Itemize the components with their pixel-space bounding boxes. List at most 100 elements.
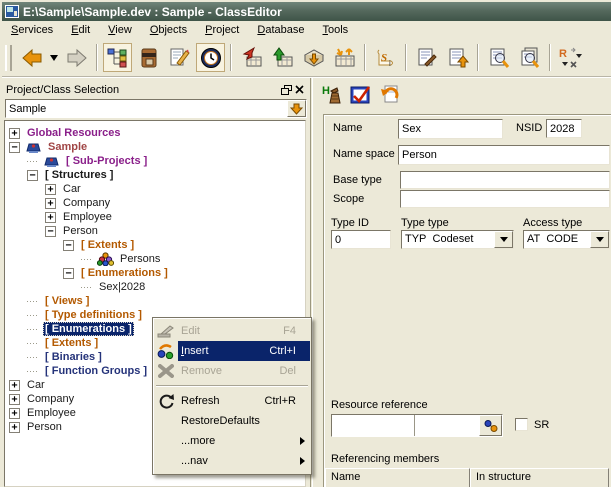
document-search-icon <box>487 46 511 70</box>
tree-item[interactable]: Sample <box>5 140 305 154</box>
float-window-icon[interactable] <box>280 83 293 96</box>
export-button[interactable] <box>268 43 297 72</box>
toolbar-separator <box>405 44 407 71</box>
import-button[interactable] <box>237 43 266 72</box>
panel-header: Project/Class Selection <box>6 82 306 97</box>
tree-item[interactable]: Persons <box>5 252 305 266</box>
expand-icon[interactable] <box>9 128 20 139</box>
edit-document-button[interactable] <box>165 43 194 72</box>
namespace-label: Name space <box>333 148 395 160</box>
context-menu-item-refresh[interactable]: Refresh Ctrl+R <box>154 391 310 411</box>
tree-item[interactable]: Company <box>5 196 305 210</box>
apply-check-button[interactable] <box>348 82 374 108</box>
send-button[interactable] <box>299 43 328 72</box>
menu-database[interactable]: Database <box>248 22 313 38</box>
main-toolbar: Si R <box>2 39 611 77</box>
collapse-icon[interactable] <box>9 142 20 153</box>
class-tree-button[interactable] <box>103 43 132 72</box>
menu-edit[interactable]: Edit <box>62 22 99 38</box>
collapse-icon[interactable] <box>63 268 74 279</box>
context-menu-item-restoredefaults[interactable]: RestoreDefaults <box>154 411 310 431</box>
expand-icon[interactable] <box>9 408 20 419</box>
forward-button[interactable] <box>62 43 91 72</box>
type-type-select[interactable]: TYP Codeset <box>401 230 514 249</box>
tree-item[interactable]: [ Views ] <box>5 294 305 308</box>
back-button[interactable] <box>17 43 46 72</box>
type-id-input[interactable] <box>332 231 390 248</box>
column-header-in-structure[interactable]: In structure <box>470 468 609 487</box>
session-clock-button[interactable] <box>196 43 225 72</box>
menu-bar: Services Edit View Objects Project Datab… <box>2 21 611 39</box>
send-icon <box>302 46 326 70</box>
menu-view[interactable]: View <box>99 22 141 38</box>
project-combo-input[interactable] <box>6 100 287 117</box>
undo-button[interactable] <box>376 82 402 108</box>
collapse-icon[interactable] <box>45 226 56 237</box>
tree-item[interactable]: [ Structures ] <box>5 168 305 182</box>
tree-item[interactable]: [ Extents ] <box>5 238 305 252</box>
menu-services[interactable]: Services <box>2 22 62 38</box>
column-header-name[interactable]: Name <box>325 468 470 487</box>
expand-icon[interactable] <box>45 198 56 209</box>
sr-checkbox[interactable] <box>515 418 528 431</box>
namespace-input[interactable] <box>399 146 609 164</box>
toolbar-separator <box>230 44 232 71</box>
resource-ref-field-right[interactable] <box>415 415 479 436</box>
context-menu-item-edit: Edit F4 <box>154 321 310 341</box>
undo-icon <box>377 83 401 107</box>
chevron-down-icon <box>500 237 508 242</box>
expand-icon[interactable] <box>9 394 20 405</box>
document-export-button[interactable] <box>443 43 472 72</box>
type-type-drop-button[interactable] <box>494 231 513 248</box>
access-type-drop-button[interactable] <box>590 231 609 248</box>
export-icon <box>271 46 295 70</box>
close-icon[interactable] <box>293 83 306 96</box>
tree-item[interactable]: Sex|2028 <box>5 280 305 294</box>
app-icon <box>5 5 19 18</box>
combo-drop-button[interactable] <box>287 100 306 117</box>
expand-icon[interactable] <box>45 184 56 195</box>
name-input[interactable] <box>399 120 502 138</box>
back-icon <box>20 46 44 70</box>
tree-item[interactable]: Employee <box>5 210 305 224</box>
tree-item[interactable]: Car <box>5 182 305 196</box>
context-menu-item-nav[interactable]: ...nav <box>154 451 310 471</box>
svg-text:i: i <box>389 59 391 68</box>
toolbar-grip[interactable] <box>5 45 12 71</box>
project-combo <box>5 99 307 118</box>
resource-ref-pick-button[interactable] <box>479 415 502 436</box>
resource-ref-field-left[interactable] <box>332 415 414 436</box>
collapse-icon[interactable] <box>27 170 38 181</box>
context-menu-item-insert[interactable]: Insert Ctrl+I <box>154 341 310 361</box>
synchronize-button[interactable] <box>330 43 359 72</box>
back-history-dropdown[interactable] <box>48 43 60 72</box>
menu-objects[interactable]: Objects <box>141 22 196 38</box>
expand-icon[interactable] <box>45 212 56 223</box>
tree-stub <box>27 371 37 372</box>
tree-item[interactable]: [ Enumerations ] <box>5 266 305 280</box>
document-search-button[interactable] <box>484 43 513 72</box>
catalog-button[interactable] <box>134 43 163 72</box>
history-button[interactable]: H <box>320 82 346 108</box>
nsid-field <box>546 119 582 138</box>
script-info-button[interactable]: Si <box>371 43 400 72</box>
scope-input[interactable] <box>401 191 609 207</box>
history-icon: H <box>321 83 345 107</box>
context-menu-item-more[interactable]: ...more <box>154 431 310 451</box>
menu-tools[interactable]: Tools <box>313 22 357 38</box>
tree-item[interactable]: Person <box>5 224 305 238</box>
nav-marks-button[interactable]: R <box>556 43 585 72</box>
base-type-input[interactable] <box>401 172 609 188</box>
documents-search-button[interactable] <box>515 43 544 72</box>
tree-item[interactable]: Global Resources <box>5 126 305 140</box>
access-type-select[interactable]: AT CODE <box>523 230 610 249</box>
expand-icon[interactable] <box>9 422 20 433</box>
context-menu: Edit F4 Insert Ctrl+I Remove Del Refresh… <box>152 317 312 475</box>
expand-icon[interactable] <box>9 380 20 391</box>
submenu-arrow-icon <box>300 457 305 465</box>
document-edit-button[interactable] <box>412 43 441 72</box>
tree-item[interactable]: [ Sub-Projects ] <box>5 154 305 168</box>
menu-project[interactable]: Project <box>196 22 248 38</box>
collapse-icon[interactable] <box>63 240 74 251</box>
nsid-input[interactable] <box>547 120 581 137</box>
